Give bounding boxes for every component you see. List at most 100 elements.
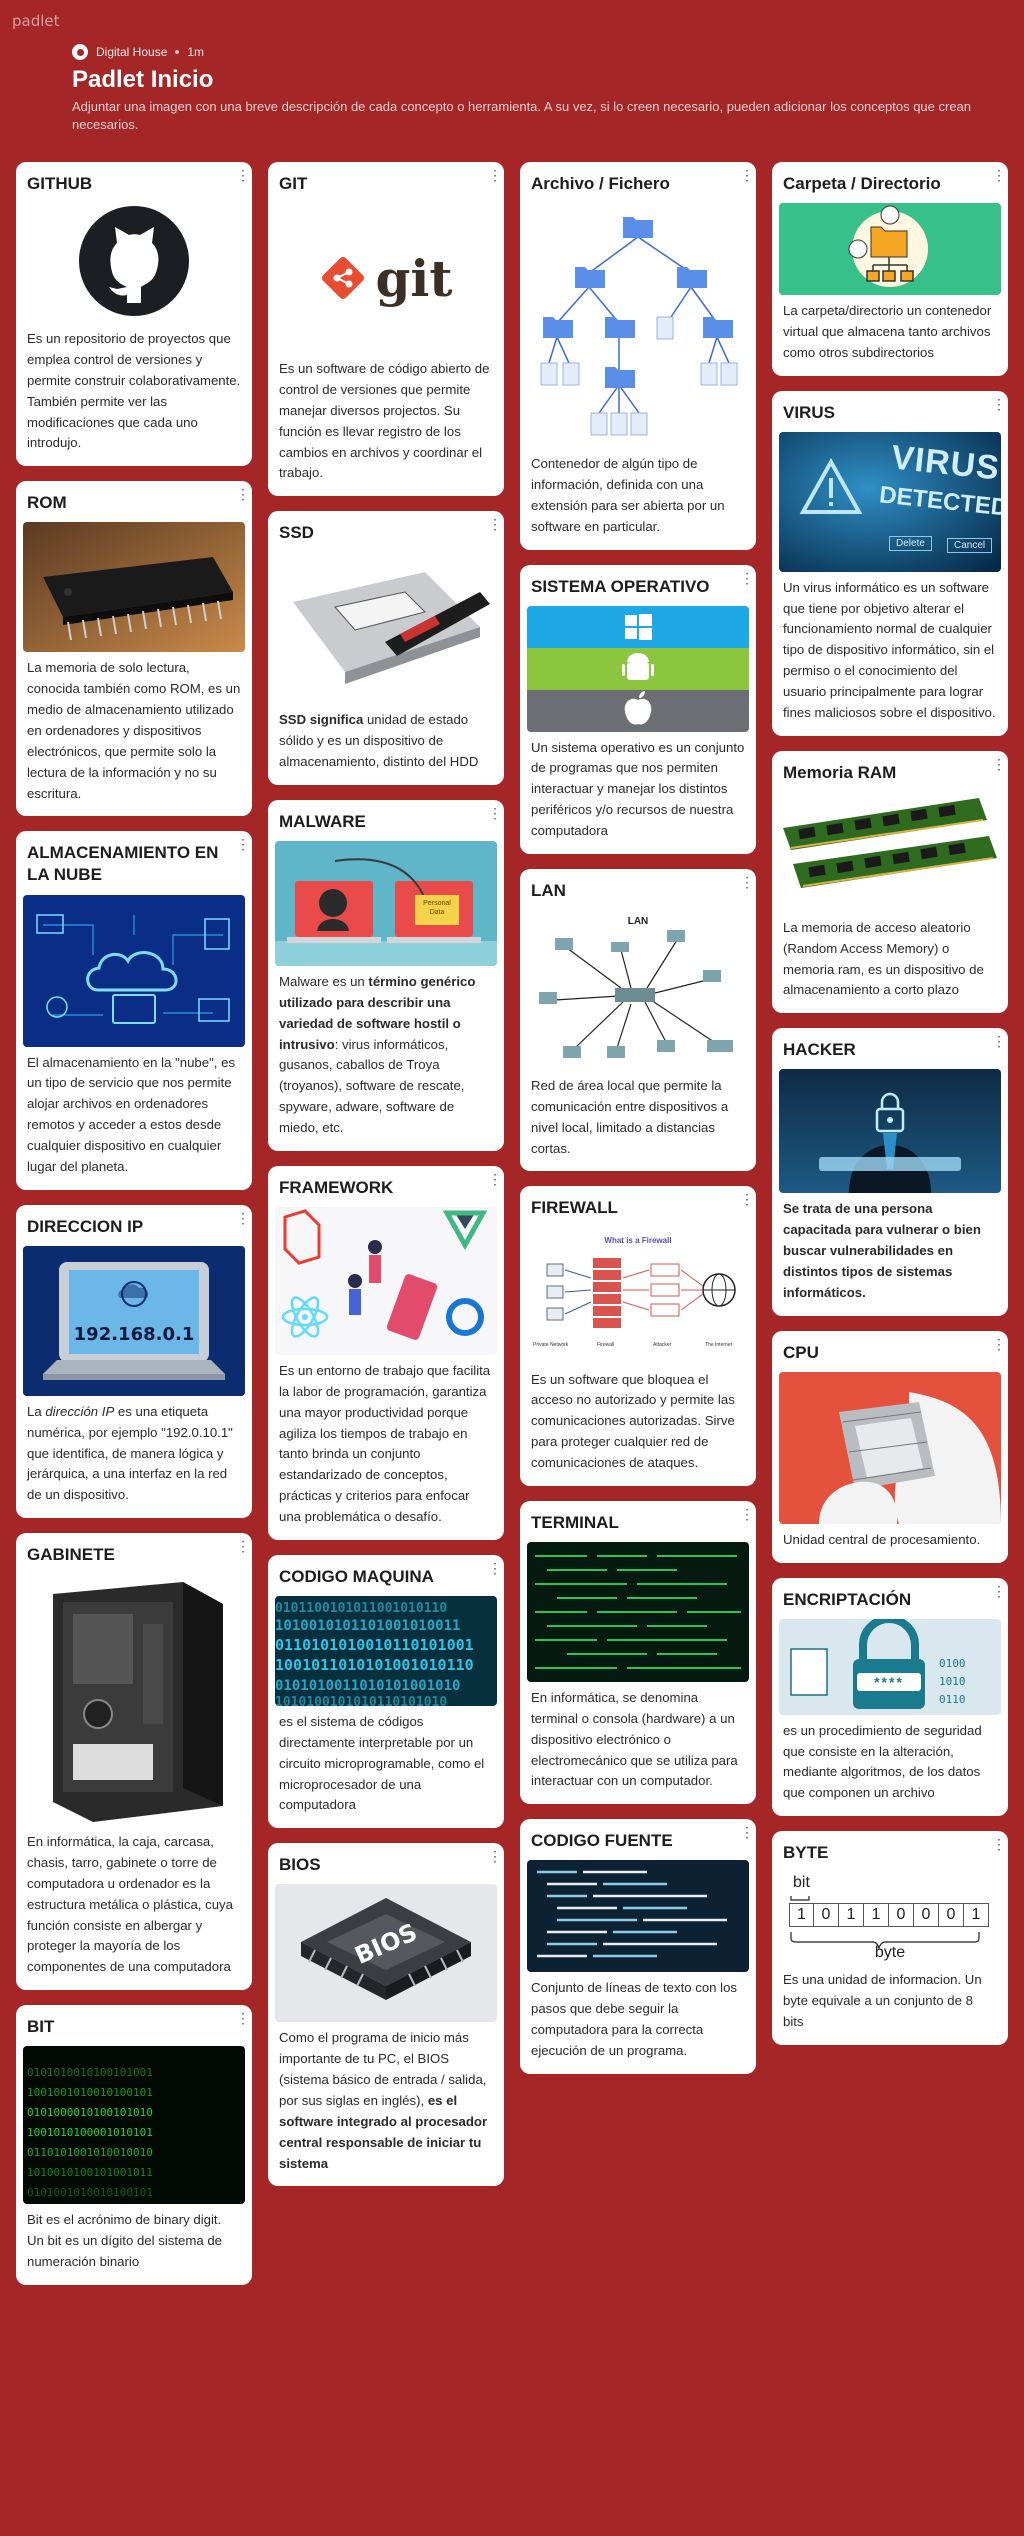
virus-cancel-button: Cancel <box>947 537 993 553</box>
card-body: Un virus informático es un software que … <box>783 579 996 720</box>
card-body: Un sistema operativo es un conjunto de p… <box>531 739 745 839</box>
bit-cell: 0 <box>914 1903 939 1928</box>
directory-image <box>779 203 1001 296</box>
card-body: La memoria de acceso aleatorio (Random A… <box>783 919 984 998</box>
card-bit[interactable]: ⋮ BIT 0101010010100101001 10010010100101… <box>16 2005 252 2285</box>
post-time: 1m <box>187 45 205 59</box>
more-options-icon[interactable]: ⋮ <box>740 875 754 889</box>
card-body: Es una unidad de informacion. Un byte eq… <box>783 1972 982 2029</box>
more-options-icon[interactable]: ⋮ <box>488 806 502 820</box>
more-options-icon[interactable]: ⋮ <box>236 168 250 182</box>
column-4: ⋮ Carpeta / Directorio La carpeta/direct… <box>772 162 1008 2060</box>
more-options-icon[interactable]: ⋮ <box>236 1539 250 1553</box>
card-title: ROM <box>27 493 67 513</box>
more-options-icon[interactable]: ⋮ <box>488 1561 502 1575</box>
card-title: TERMINAL <box>531 1512 619 1532</box>
card-codigo-fuente[interactable]: ⋮ CODIGO FUENTE Conjunto de líneas de te… <box>520 1819 756 2074</box>
column-2: ⋮ GIT git Es un software de código abier… <box>268 162 504 2201</box>
card-body: Contenedor de algún tipo de información,… <box>531 456 725 534</box>
more-options-icon[interactable]: ⋮ <box>488 1172 502 1186</box>
card-direccion-ip[interactable]: ⋮ DIRECCION IP 192.168.0.1 La dirección … <box>16 1204 252 1519</box>
card-github[interactable]: ⋮ GITHUB Es un repositorio de proyectos … <box>16 162 252 467</box>
more-options-icon[interactable]: ⋮ <box>992 1337 1006 1351</box>
card-body: Es un repositorio de proyectos que emple… <box>27 331 241 451</box>
ip-laptop-image: 192.168.0.1 <box>23 1245 245 1396</box>
svg-text:0101000010100101010: 0101000010100101010 <box>27 2106 153 2119</box>
svg-text:1010010100101001011: 1010010100101001011 <box>27 2166 153 2179</box>
card-hacker[interactable]: ⋮ HACKER Se trata de una persona capacit… <box>772 1028 1008 1316</box>
svg-text:0110101010010110101001: 0110101010010110101001 <box>275 1636 474 1654</box>
card-virus[interactable]: ⋮ VIRUS VIRUS DETECTED Delete Cancel Un … <box>772 390 1008 736</box>
svg-text:0101010010100101001: 0101010010100101001 <box>27 2066 153 2079</box>
binary-image: 0101010010100101001 1001001010010100101 … <box>23 2046 245 2205</box>
bit-cell: 1 <box>789 1903 814 1928</box>
card-sistema-operativo[interactable]: ⋮ SISTEMA OPERATIVO Un sistema operativo… <box>520 564 756 854</box>
card-title: VIRUS <box>783 402 835 422</box>
virus-delete-button: Delete <box>889 535 932 551</box>
more-options-icon[interactable]: ⋮ <box>236 2011 250 2025</box>
svg-text:1010100101010110101010: 1010100101010110101010 <box>275 1695 447 1706</box>
more-options-icon[interactable]: ⋮ <box>992 1837 1006 1851</box>
card-ssd[interactable]: ⋮ SSD SSD significa unidad de estado sól… <box>268 511 504 785</box>
card-title: FRAMEWORK <box>279 1177 394 1197</box>
svg-text:0101010011010101001010: 0101010011010101001010 <box>275 1678 460 1694</box>
padlet-logo[interactable]: padlet <box>12 12 60 30</box>
card-rom[interactable]: ⋮ ROM La memoria de solo lectura, conoci… <box>16 481 252 817</box>
virus-detected-image: VIRUS DETECTED Delete Cancel <box>779 431 1001 572</box>
more-options-icon[interactable]: ⋮ <box>992 397 1006 411</box>
card-title: CPU <box>783 1342 819 1362</box>
more-options-icon[interactable]: ⋮ <box>236 837 250 851</box>
card-bios[interactable]: ⋮ BIOS BIOS Como el programa de inicio m… <box>268 1843 504 2187</box>
card-memoria-ram[interactable]: ⋮ Memoria RAM La memoria de acceso aleat… <box>772 750 1008 1014</box>
more-options-icon[interactable]: ⋮ <box>992 1584 1006 1598</box>
hacker-image <box>779 1069 1001 1194</box>
card-title: CODIGO FUENTE <box>531 1831 673 1851</box>
more-options-icon[interactable]: ⋮ <box>236 487 250 501</box>
more-options-icon[interactable]: ⋮ <box>992 757 1006 771</box>
card-byte[interactable]: ⋮ BYTE bit 1 0 1 1 0 0 0 1 byte Es una u… <box>772 1831 1008 2045</box>
more-options-icon[interactable]: ⋮ <box>740 1192 754 1206</box>
more-options-icon[interactable]: ⋮ <box>236 1211 250 1225</box>
more-options-icon[interactable]: ⋮ <box>488 517 502 531</box>
card-firewall[interactable]: ⋮ FIREWALL What is a Firewall Private Ne… <box>520 1186 756 1486</box>
card-body: La memoria de solo lectura, conocida tam… <box>27 660 241 801</box>
card-git[interactable]: ⋮ GIT git Es un software de código abier… <box>268 162 504 497</box>
firewall-label-private: Private Network <box>533 1341 569 1348</box>
personal-data-label: Personal Data <box>423 900 451 917</box>
card-cpu[interactable]: ⋮ CPU Unidad central de procesamiento. <box>772 1330 1008 1563</box>
card-framework[interactable]: ⋮ FRAMEWORK Es un entorno de trabajo que… <box>268 1165 504 1540</box>
card-carpeta[interactable]: ⋮ Carpeta / Directorio La carpeta/direct… <box>772 162 1008 376</box>
card-lan[interactable]: ⋮ LAN LAN Red de área local que permite … <box>520 868 756 1172</box>
bit-cell: 0 <box>889 1903 914 1928</box>
more-options-icon[interactable]: ⋮ <box>740 1825 754 1839</box>
card-title: GABINETE <box>27 1545 115 1565</box>
git-logo-image: git <box>275 203 497 354</box>
card-title: DIRECCION IP <box>27 1216 144 1236</box>
card-title: CODIGO MAQUINA <box>279 1566 434 1586</box>
card-codigo-maquina[interactable]: ⋮ CODIGO MAQUINA 0101100101011001010110 … <box>268 1554 504 1829</box>
card-gabinete[interactable]: ⋮ GABINETE En informática, la caja, carc… <box>16 1533 252 1991</box>
card-body: En informática, la caja, carcasa, chasis… <box>27 1834 233 1975</box>
card-almacenamiento-nube[interactable]: ⋮ ALMACENAMIENTO EN LA NUBE El almacenam… <box>16 831 252 1190</box>
byte-label: byte <box>874 1944 906 1962</box>
framework-image <box>275 1206 497 1355</box>
card-body: es el sistema de códigos directamente in… <box>279 1713 485 1813</box>
author-name[interactable]: Digital House <box>96 45 167 59</box>
card-body: La dirección IP es una etiqueta numérica… <box>27 1403 233 1503</box>
ssd-image <box>275 552 497 705</box>
more-options-icon[interactable]: ⋮ <box>992 168 1006 182</box>
separator-dot <box>175 50 180 54</box>
card-terminal[interactable]: ⋮ TERMINAL En informática, se denomina t… <box>520 1500 756 1805</box>
more-options-icon[interactable]: ⋮ <box>740 168 754 182</box>
more-options-icon[interactable]: ⋮ <box>992 1034 1006 1048</box>
card-encriptacion[interactable]: ⋮ ENCRIPTACIÓN 0100 1010 0110 **** es un p… <box>772 1577 1008 1817</box>
firewall-label-attacker: Attacker <box>653 1341 672 1348</box>
more-options-icon[interactable]: ⋮ <box>488 168 502 182</box>
padlet-header: Digital House 1m Padlet Inicio Adjuntar … <box>72 44 972 133</box>
more-options-icon[interactable]: ⋮ <box>740 1507 754 1521</box>
card-malware[interactable]: ⋮ MALWARE Personal Data Malware es un té… <box>268 799 504 1151</box>
more-options-icon[interactable]: ⋮ <box>488 1849 502 1863</box>
card-body: Red de área local que permite la comunic… <box>531 1078 729 1156</box>
card-archivo[interactable]: ⋮ Archivo / Fichero Contenedor de algún … <box>520 162 756 550</box>
more-options-icon[interactable]: ⋮ <box>740 571 754 585</box>
